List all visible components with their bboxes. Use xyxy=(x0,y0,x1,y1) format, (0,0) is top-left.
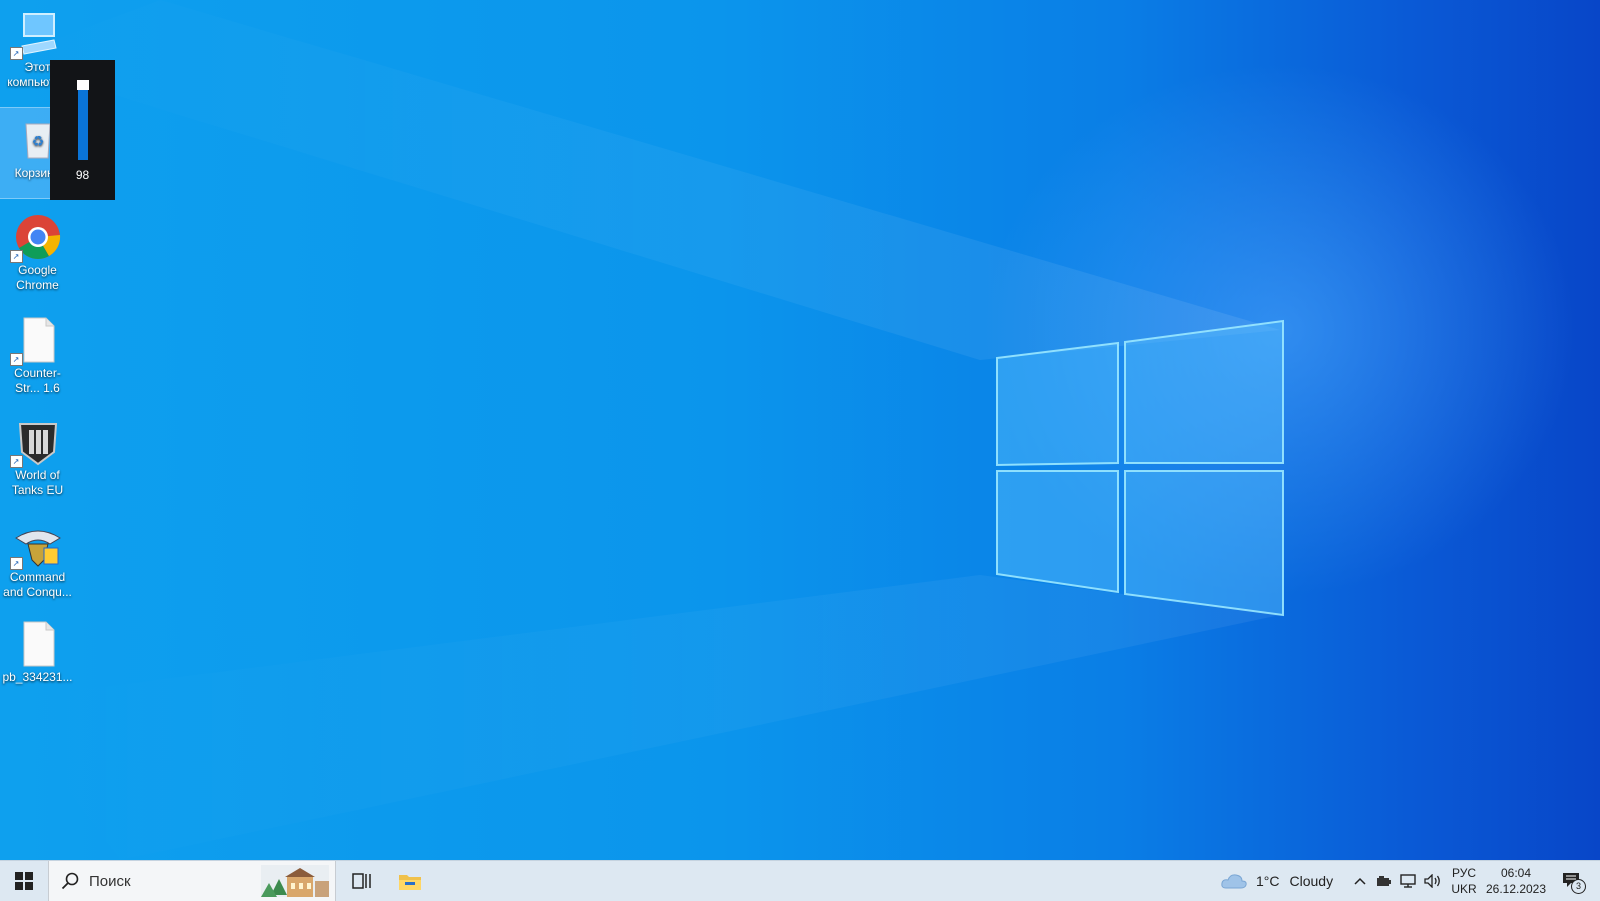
search-box[interactable]: Поиск xyxy=(48,861,336,901)
language-bottom: UKR xyxy=(1451,882,1477,896)
desktop-icon-label: World of Tanks EU xyxy=(11,468,64,497)
volume-slider-fill xyxy=(78,83,88,160)
blank-file-icon xyxy=(14,620,62,668)
desktop-icon-label: pb_334231... xyxy=(2,670,73,684)
taskbar: Поиск 1°C Cloudy РУС UKR 06:04 26.12.202… xyxy=(0,860,1600,901)
shortcut-arrow-icon: ↗ xyxy=(9,557,23,570)
weather-widget[interactable]: 1°C Cloudy xyxy=(1220,861,1338,901)
desktop-icon-google-chrome[interactable]: ↗ Google Chrome xyxy=(0,205,75,295)
windows-logo-wallpaper xyxy=(996,319,1284,617)
chevron-up-icon xyxy=(1354,877,1366,885)
world-of-tanks-icon: ↗ xyxy=(9,418,62,468)
command-and-conquer-icon: ↗ xyxy=(9,520,62,570)
network-tray-button[interactable] xyxy=(1398,861,1418,901)
file-explorer-button[interactable] xyxy=(392,861,428,901)
shortcut-arrow-icon: ↗ xyxy=(9,47,23,60)
language-top: РУС xyxy=(1451,866,1477,880)
start-button[interactable] xyxy=(0,861,48,901)
volume-slider-thumb[interactable] xyxy=(77,79,89,90)
notification-icon: 3 xyxy=(1562,872,1586,894)
svg-text:♻: ♻ xyxy=(31,134,44,150)
chrome-icon: ↗ xyxy=(9,213,62,263)
desktop-icon-world-of-tanks[interactable]: ↗ World of Tanks EU xyxy=(0,410,75,500)
shortcut-arrow-icon: ↗ xyxy=(9,250,23,263)
search-highlight-image xyxy=(261,865,329,897)
battery-tray-button[interactable] xyxy=(1374,861,1394,901)
show-hidden-icons-button[interactable] xyxy=(1350,861,1370,901)
volume-slider[interactable] xyxy=(77,79,89,160)
desktop-icon-counter-strike[interactable]: ↗ Counter-Str... 1.6 xyxy=(0,308,75,398)
speaker-icon xyxy=(1424,874,1440,888)
weather-condition: Cloudy xyxy=(1289,873,1334,889)
search-placeholder: Поиск xyxy=(89,873,131,890)
weather-temp: 1°C xyxy=(1256,873,1280,889)
clock-time: 06:04 xyxy=(1500,866,1532,880)
desktop: ↗ Этот компьютер ♻ Корзина ↗ Google Chro… xyxy=(0,0,1600,860)
volume-value: 98 xyxy=(75,168,90,182)
notification-count-badge: 3 xyxy=(1571,879,1586,894)
search-icon xyxy=(61,872,79,890)
desktop-icon-label: Google Chrome xyxy=(16,263,59,292)
cloud-icon xyxy=(1221,874,1247,889)
action-center-button[interactable]: 3 xyxy=(1554,861,1590,901)
volume-flyout: 98 xyxy=(50,60,115,200)
desktop-icon-label: Command and Conqu... xyxy=(3,570,72,599)
desktop-icon-pb-file[interactable]: pb_334231... xyxy=(0,612,75,702)
windows-start-icon xyxy=(15,872,33,890)
desktop-icon-command-and-conquer[interactable]: ↗ Command and Conqu... xyxy=(0,512,75,602)
desktop-icon-label: Counter-Str... 1.6 xyxy=(14,366,61,395)
folder-icon xyxy=(399,875,421,890)
clock-date: 26.12.2023 xyxy=(1485,882,1547,896)
computer-icon: ↗ xyxy=(9,10,62,60)
network-icon xyxy=(1400,874,1416,888)
shortcut-arrow-icon: ↗ xyxy=(9,455,23,468)
language-indicator[interactable]: РУС UKR xyxy=(1448,861,1480,901)
clock[interactable]: 06:04 26.12.2023 xyxy=(1484,861,1548,901)
task-view-button[interactable] xyxy=(344,861,380,901)
volume-tray-button[interactable] xyxy=(1422,861,1444,901)
task-view-icon xyxy=(352,873,371,889)
battery-icon xyxy=(1377,876,1391,886)
shortcut-arrow-icon: ↗ xyxy=(9,353,23,366)
blank-file-icon: ↗ xyxy=(9,316,62,366)
